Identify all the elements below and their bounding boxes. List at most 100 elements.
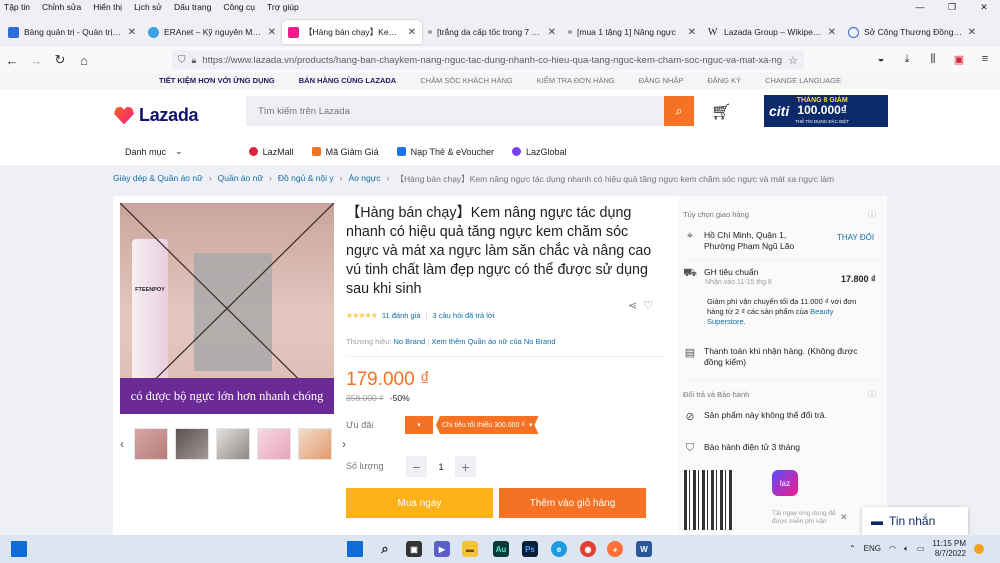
tab-whitening[interactable]: [trắng da cấp tốc trong 7 ngày] ✕	[422, 20, 562, 44]
wifi-icon[interactable]: ◠	[889, 544, 896, 553]
lock-icon[interactable]: 🔒︎	[192, 55, 197, 66]
thumbnail[interactable]	[257, 428, 291, 460]
thumbnail[interactable]	[216, 428, 250, 460]
forward-icon[interactable]: →	[24, 48, 48, 72]
clock[interactable]: 11:15 PM 8/7/2022	[932, 539, 966, 558]
home-icon[interactable]: ⌂	[72, 48, 96, 72]
voucher-link[interactable]: Mã Giảm Giá	[311, 147, 379, 157]
hamburger-menu-icon[interactable]: ≡	[976, 50, 994, 68]
photoshop-icon[interactable]: Ps	[522, 541, 538, 557]
close-tab-icon[interactable]: ✕	[268, 27, 276, 38]
close-tab-icon[interactable]: ✕	[408, 27, 416, 38]
language-indicator[interactable]: ENG	[864, 544, 881, 553]
app-promo[interactable]: laz	[772, 470, 838, 502]
questions-link[interactable]: 3 câu hỏi đã trả lời	[432, 311, 494, 320]
chevron-up-icon[interactable]: ⌃	[849, 544, 856, 553]
close-tab-icon[interactable]: ✕	[548, 27, 556, 38]
quantity-value[interactable]: 1	[427, 462, 455, 472]
url-text[interactable]: https://www.lazada.vn/products/hang-ban-…	[202, 55, 782, 66]
star-icon[interactable]: ☆	[788, 54, 798, 67]
shield-icon[interactable]: ⛉	[178, 55, 186, 66]
back-icon[interactable]: ←	[0, 48, 24, 72]
menu-history[interactable]: Lịch sử	[134, 2, 162, 12]
chrome-icon[interactable]: ◉	[580, 541, 596, 557]
change-address-link[interactable]: THAY ĐỔI	[837, 233, 874, 242]
cart-icon[interactable]: 🛒︎	[711, 102, 731, 122]
increase-button[interactable]: +	[455, 456, 476, 477]
ratings-link[interactable]: 11 đánh giá	[382, 311, 421, 320]
audition-icon[interactable]: Au	[493, 541, 509, 557]
menu-help[interactable]: Trợ giúp	[267, 2, 299, 12]
info-icon[interactable]: ⓘ	[868, 209, 876, 220]
topup-link[interactable]: Nạp Thẻ & eVoucher	[396, 147, 494, 157]
search-input[interactable]	[246, 96, 664, 126]
address-bar[interactable]: ⛉ 🔒︎ https://www.lazada.vn/products/hang…	[172, 50, 804, 70]
category-menu[interactable]: Danh mục ⌄	[125, 146, 183, 157]
menu-file[interactable]: Tập tin	[4, 2, 30, 12]
notification-badge-icon[interactable]	[974, 543, 984, 554]
battery-icon[interactable]: ▭	[917, 544, 925, 553]
info-icon[interactable]: ⓘ	[868, 389, 876, 400]
menu-edit[interactable]: Chỉnh sửa	[42, 2, 81, 12]
menu-view[interactable]: Hiển thị	[93, 2, 122, 12]
tab-eranet[interactable]: ERAnet – Kỹ nguyên Mạng xã hội ✕	[142, 20, 282, 44]
sell-on-lazada-link[interactable]: BÁN HÀNG CÙNG LAZADA	[287, 73, 409, 89]
search-icon[interactable]: ⌕	[664, 96, 694, 126]
chevron-left-icon[interactable]: ‹	[117, 437, 127, 451]
chevron-right-icon[interactable]: ›	[339, 437, 349, 451]
task-view-icon[interactable]: ▣	[406, 541, 422, 557]
product-main-image[interactable]: FTEENPOY có được bộ ngực lớn hơn nhanh c…	[120, 203, 334, 414]
lazglobal-link[interactable]: LazGlobal	[512, 147, 567, 157]
tab-dongnai[interactable]: Sở Công Thương Đồng Nai ✕	[842, 20, 982, 44]
thumbnail[interactable]	[134, 428, 168, 460]
edge-icon[interactable]: e	[551, 541, 567, 557]
add-to-cart-button[interactable]: Thêm vào giỏ hàng	[499, 488, 646, 518]
firefox-icon[interactable]: ◕	[607, 541, 623, 557]
tab-lazada-product[interactable]: 【Hàng bán chạy】Kem nâng ngực ✕	[282, 20, 422, 44]
search-icon[interactable]: ⌕	[377, 541, 393, 557]
brand-more-link[interactable]: Xem thêm Quần áo nữ của No Brand	[431, 337, 555, 346]
chat-button[interactable]: ▬ Tin nhắn	[862, 507, 968, 535]
menu-bookmarks[interactable]: Dấu trang	[174, 2, 211, 12]
customer-care-link[interactable]: CHĂM SÓC KHÁCH HÀNG	[408, 73, 525, 89]
tab-wikipedia[interactable]: W Lazada Group – Wikipedia tiếng ✕	[702, 20, 842, 44]
download-icon[interactable]: ⤓	[898, 50, 916, 68]
thumbnail[interactable]	[298, 428, 332, 460]
word-icon[interactable]: W	[636, 541, 652, 557]
change-language-link[interactable]: CHANGE LANGUAGE	[753, 73, 853, 89]
breadcrumb-item[interactable]: Áo ngực	[349, 173, 381, 187]
buy-now-button[interactable]: Mua ngay	[346, 488, 493, 518]
close-tab-icon[interactable]: ✕	[828, 27, 836, 38]
library-icon[interactable]: ⫼	[924, 50, 942, 68]
decrease-button[interactable]: −	[406, 456, 427, 477]
menu-tools[interactable]: Công cụ	[223, 2, 255, 12]
signup-link[interactable]: ĐĂNG KÝ	[695, 73, 753, 89]
extension-icon[interactable]: ▣	[950, 50, 968, 68]
close-window-icon[interactable]: ✕	[968, 0, 1000, 14]
login-link[interactable]: ĐĂNG NHẬP	[627, 73, 696, 89]
minimize-icon[interactable]: —	[904, 0, 936, 14]
teams-icon[interactable]: ▶	[434, 541, 450, 557]
thumbnail[interactable]	[175, 428, 209, 460]
share-icon[interactable]: ⋖	[628, 299, 637, 312]
restore-icon[interactable]: ❐	[936, 0, 968, 14]
lazmall-link[interactable]: LazMall	[248, 147, 294, 157]
track-order-link[interactable]: KIỂM TRA ĐƠN HÀNG	[525, 73, 627, 89]
close-tab-icon[interactable]: ✕	[688, 27, 696, 38]
breadcrumb-item[interactable]: Đồ ngủ & nội y	[278, 173, 334, 187]
tab-buy-one-get-one[interactable]: [mua 1 tặng 1] Nâng ngực ✕	[562, 20, 702, 44]
app-savings-link[interactable]: TIẾT KIỆM HƠN VỚI ỨNG DỤNG	[147, 73, 287, 89]
heart-icon[interactable]: ♡	[643, 299, 653, 312]
close-tab-icon[interactable]: ✕	[968, 27, 976, 38]
voucher-dropdown[interactable]: ▾	[405, 416, 433, 434]
close-tab-icon[interactable]: ✕	[128, 27, 136, 38]
volume-icon[interactable]: 🔈︎	[904, 544, 909, 554]
breadcrumb-item[interactable]: Quần áo nữ	[218, 173, 263, 187]
reload-icon[interactable]: ↻	[48, 48, 72, 72]
tab-admin[interactable]: Bảng quản trị - Quản trị website ✕	[2, 20, 142, 44]
brand-link[interactable]: No Brand	[393, 337, 425, 346]
file-explorer-icon[interactable]: ▬	[462, 541, 478, 557]
voucher-chip[interactable]: Chi tiêu tối thiểu 300.000 ₫ ▾	[436, 416, 539, 434]
lazada-logo[interactable]: Lazada	[114, 105, 199, 126]
citi-promo-banner[interactable]: citi THÁNG 8 GIẢM 100.000₫ THẺ TÍN DỤNG …	[764, 95, 888, 127]
